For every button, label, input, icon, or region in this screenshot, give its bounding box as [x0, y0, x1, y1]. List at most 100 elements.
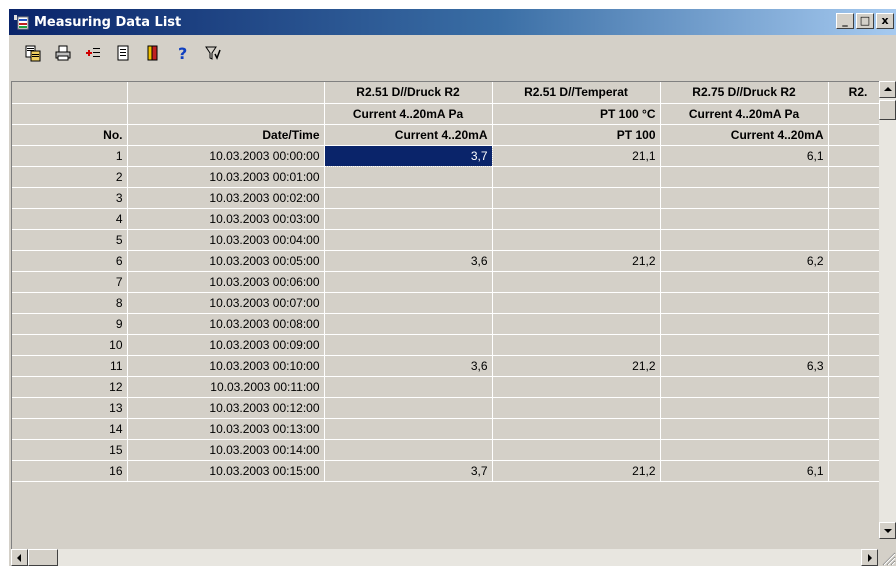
column-header-cell[interactable]: PT 100 °C	[492, 103, 661, 125]
row-number-cell[interactable]: 2	[12, 166, 128, 188]
column-header-cell[interactable]: Current 4..20mA	[324, 124, 493, 146]
value-cell[interactable]	[492, 313, 661, 335]
scroll-left-button[interactable]	[11, 549, 28, 566]
value-cell[interactable]	[492, 271, 661, 293]
datetime-cell[interactable]: 10.03.2003 00:08:00	[127, 313, 325, 335]
table-row[interactable]: 5 10.03.2003 00:04:00	[12, 229, 889, 251]
table-row[interactable]: 3 10.03.2003 00:02:00	[12, 187, 889, 209]
datetime-cell[interactable]: 10.03.2003 00:05:00	[127, 250, 325, 272]
document-button[interactable]	[113, 43, 133, 63]
column-header-cell[interactable]	[127, 103, 325, 125]
row-number-cell[interactable]: 1	[12, 145, 128, 167]
value-cell[interactable]	[324, 166, 493, 188]
value-cell[interactable]	[660, 271, 829, 293]
value-cell[interactable]	[324, 418, 493, 440]
table-row[interactable]: 12 10.03.2003 00:11:00	[12, 376, 889, 398]
table-row[interactable]: 13 10.03.2003 00:12:00	[12, 397, 889, 419]
table-row[interactable]: 1 10.03.2003 00:00:00 3,7 21,1 6,1	[12, 144, 889, 167]
row-number-cell[interactable]: 3	[12, 187, 128, 209]
table-row[interactable]: 2 10.03.2003 00:01:00	[12, 166, 889, 188]
row-number-cell[interactable]: 12	[12, 376, 128, 398]
value-cell[interactable]	[660, 418, 829, 440]
value-cell[interactable]: 6,2	[660, 250, 829, 272]
row-number-cell[interactable]: 15	[12, 439, 128, 461]
table-row[interactable]: 6 10.03.2003 00:05:00 3,6 21,2 6,2	[12, 250, 889, 272]
value-cell[interactable]: 21,2	[492, 460, 661, 482]
value-cell[interactable]: 21,1	[492, 145, 661, 167]
maximize-button[interactable]: □	[856, 13, 874, 29]
value-cell[interactable]	[660, 166, 829, 188]
table-row[interactable]: 16 10.03.2003 00:15:00 3,7 21,2 6,1	[12, 460, 889, 482]
column-header-cell[interactable]: R2.51 D//Temperat	[492, 82, 661, 104]
value-cell[interactable]	[324, 334, 493, 356]
table-row[interactable]: 4 10.03.2003 00:03:00	[12, 208, 889, 230]
row-number-cell[interactable]: 13	[12, 397, 128, 419]
datetime-cell[interactable]: 10.03.2003 00:07:00	[127, 292, 325, 314]
table-row[interactable]: 14 10.03.2003 00:13:00	[12, 418, 889, 440]
row-number-cell[interactable]: 6	[12, 250, 128, 272]
value-cell[interactable]	[660, 229, 829, 251]
value-cell[interactable]	[660, 313, 829, 335]
value-cell[interactable]	[660, 208, 829, 230]
horizontal-scrollbar[interactable]	[11, 549, 878, 566]
value-cell[interactable]: 3,7	[324, 460, 493, 482]
column-header-cell[interactable]	[127, 82, 325, 104]
column-header-cell[interactable]	[12, 82, 128, 104]
value-cell[interactable]	[492, 187, 661, 209]
add-channel-button[interactable]	[83, 43, 103, 63]
title-bar[interactable]: Measuring Data List _ □ x	[9, 9, 896, 35]
datetime-cell[interactable]: 10.03.2003 00:09:00	[127, 334, 325, 356]
vertical-scrollbar[interactable]	[879, 81, 896, 539]
value-cell[interactable]: 3,6	[324, 355, 493, 377]
value-cell[interactable]	[492, 229, 661, 251]
datetime-cell[interactable]: 10.03.2003 00:01:00	[127, 166, 325, 188]
table-row[interactable]: 7 10.03.2003 00:06:00	[12, 271, 889, 293]
value-cell[interactable]: 6,1	[660, 145, 829, 167]
value-cell[interactable]	[492, 376, 661, 398]
row-number-cell[interactable]: 14	[12, 418, 128, 440]
datetime-cell[interactable]: 10.03.2003 00:12:00	[127, 397, 325, 419]
value-cell[interactable]	[324, 187, 493, 209]
table-row[interactable]: 8 10.03.2003 00:07:00	[12, 292, 889, 314]
value-cell[interactable]	[660, 334, 829, 356]
column-header-cell[interactable]: PT 100	[492, 124, 661, 146]
value-cell[interactable]	[492, 418, 661, 440]
table-row[interactable]: 15 10.03.2003 00:14:00	[12, 439, 889, 461]
value-cell[interactable]	[660, 397, 829, 419]
scroll-down-button[interactable]	[879, 522, 896, 539]
value-cell[interactable]: 21,2	[492, 355, 661, 377]
row-number-cell[interactable]: 8	[12, 292, 128, 314]
scroll-right-button[interactable]	[861, 549, 878, 566]
datetime-cell[interactable]: 10.03.2003 00:04:00	[127, 229, 325, 251]
column-header-cell[interactable]	[12, 103, 128, 125]
value-cell[interactable]: 3,6	[324, 250, 493, 272]
row-number-cell[interactable]: 9	[12, 313, 128, 335]
column-header-cell[interactable]: Current 4..20mA Pa	[324, 103, 493, 125]
value-cell[interactable]: 6,3	[660, 355, 829, 377]
value-cell[interactable]	[324, 292, 493, 314]
table-row[interactable]: 10 10.03.2003 00:09:00	[12, 334, 889, 356]
row-number-cell[interactable]: 4	[12, 208, 128, 230]
value-cell[interactable]	[324, 397, 493, 419]
column-header-cell[interactable]: R2.75 D//Druck R2	[660, 82, 829, 104]
row-number-cell[interactable]: 7	[12, 271, 128, 293]
value-cell[interactable]	[324, 208, 493, 230]
close-button[interactable]: x	[876, 13, 894, 29]
value-cell[interactable]	[324, 313, 493, 335]
value-cell[interactable]	[492, 334, 661, 356]
print-button[interactable]	[53, 43, 73, 63]
row-number-cell[interactable]: 16	[12, 460, 128, 482]
value-cell[interactable]	[492, 208, 661, 230]
column-header-cell[interactable]: Current 4..20mA	[660, 124, 829, 146]
table-row[interactable]: 11 10.03.2003 00:10:00 3,6 21,2 6,3	[12, 355, 889, 377]
column-header-cell[interactable]: Date/Time	[127, 124, 325, 146]
value-cell[interactable]	[660, 187, 829, 209]
value-cell[interactable]	[492, 439, 661, 461]
copy-data-button[interactable]	[23, 43, 43, 63]
datetime-cell[interactable]: 10.03.2003 00:14:00	[127, 439, 325, 461]
horizontal-scroll-thumb[interactable]	[28, 549, 58, 566]
value-cell[interactable]	[324, 229, 493, 251]
value-cell[interactable]: 21,2	[492, 250, 661, 272]
minimize-button[interactable]: _	[836, 13, 854, 29]
datetime-cell[interactable]: 10.03.2003 00:03:00	[127, 208, 325, 230]
